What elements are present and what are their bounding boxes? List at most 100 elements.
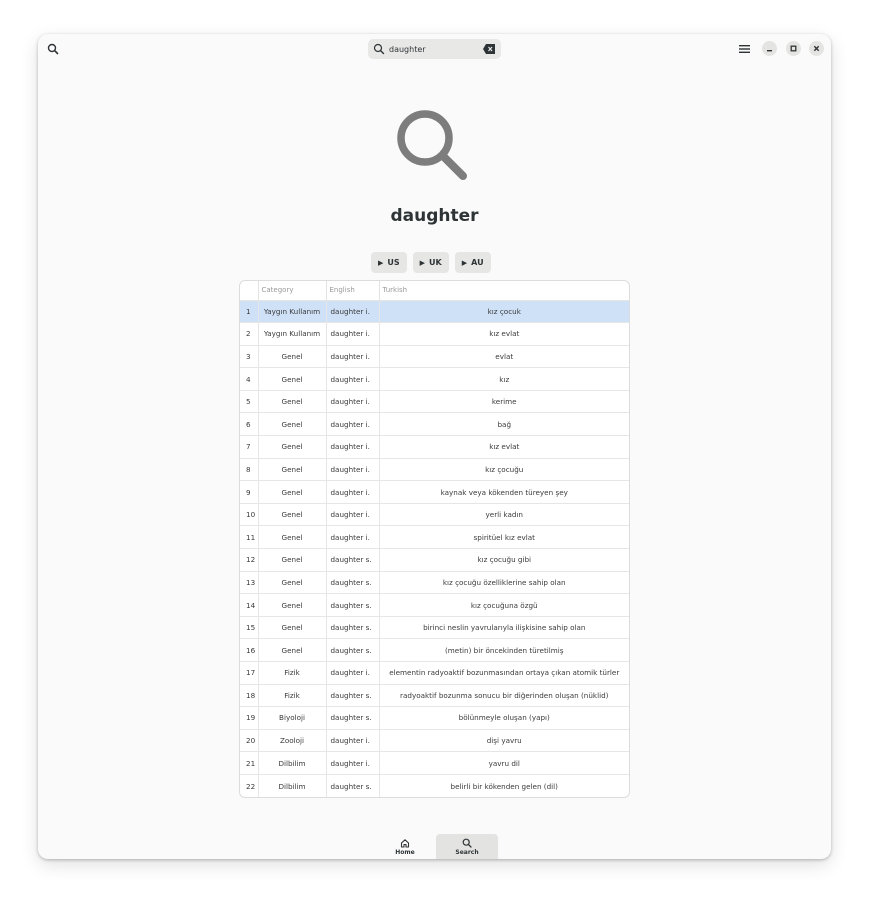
table-row[interactable]: 18 Fizik daughter s. radyoaktif bozunma son… (240, 683, 629, 707)
row-number: 10 (240, 502, 259, 526)
column-header-index[interactable] (240, 281, 259, 300)
row-category: Genel (258, 412, 327, 436)
row-english: daughter i. (326, 435, 380, 459)
row-number: 5 (240, 389, 259, 413)
row-turkish: radyoaktif bozunma sonucu bir diğerinden… (379, 683, 629, 707)
row-english: daughter s. (326, 570, 380, 594)
table-row[interactable]: 2 Yaygın Kullanım daughter i. kız evlat (240, 322, 629, 346)
row-category: Fizik (258, 661, 327, 685)
row-english: daughter i. (326, 389, 380, 413)
row-turkish: dişi yavru (379, 728, 629, 752)
row-category: Genel (258, 638, 327, 662)
row-english: daughter s. (326, 638, 380, 662)
row-english: daughter i. (326, 457, 380, 481)
table-row[interactable]: 15 Genel daughter s. birinci neslin yavrula… (240, 615, 629, 639)
row-category: Biyoloji (258, 706, 327, 730)
table-row[interactable]: 17 Fizik daughter i. elementin radyoaktif b… (240, 661, 629, 685)
table-row[interactable]: 22 Dilbilim daughter s. belirli bir kökende… (240, 773, 629, 798)
row-turkish: kız evlat (379, 435, 629, 459)
row-number: 17 (240, 661, 259, 685)
search-tab[interactable]: Search (436, 834, 498, 859)
table-row[interactable]: 7 Genel daughter i. kız evlat (240, 435, 629, 459)
row-english: daughter i. (326, 502, 380, 526)
table-row[interactable]: 11 Genel daughter i. spiritüel kız evlat (240, 525, 629, 549)
row-english: daughter i. (326, 728, 380, 752)
row-category: Dilbilim (258, 751, 327, 775)
table-row[interactable]: 10 Genel daughter i. yerli kadın (240, 502, 629, 526)
search-input[interactable] (389, 44, 479, 54)
row-number: 2 (240, 322, 259, 346)
main-menu-button[interactable] (736, 40, 752, 58)
play-us-button[interactable]: ▶ US (371, 252, 407, 273)
word-title: daughter (390, 206, 479, 226)
row-number: 4 (240, 367, 259, 391)
table-row[interactable]: 1 Yaygın Kullanım daughter i. kız çocuk (240, 299, 629, 323)
row-category: Genel (258, 344, 327, 368)
row-category: Genel (258, 457, 327, 481)
clear-text-icon[interactable] (483, 44, 495, 54)
row-english: daughter s. (326, 773, 380, 798)
row-turkish: bağ (379, 412, 629, 436)
table-row[interactable]: 13 Genel daughter s. kız çocuğu özellikleri… (240, 570, 629, 594)
row-english: daughter i. (326, 480, 380, 504)
row-english: daughter s. (326, 706, 380, 730)
play-au-button[interactable]: ▶ AU (454, 252, 491, 273)
row-number: 21 (240, 751, 259, 775)
table-row[interactable]: 21 Dilbilim daughter i. yavru dil (240, 751, 629, 775)
table-row[interactable]: 14 Genel daughter s. kız çocuğuna özgü (240, 593, 629, 617)
hamburger-menu-icon (738, 45, 750, 53)
translations-table: Category English Turkish 1 Yaygın Kullanı… (239, 280, 630, 799)
row-number: 22 (240, 773, 259, 798)
row-category: Genel (258, 502, 327, 526)
row-category: Genel (258, 525, 327, 549)
play-uk-button[interactable]: ▶ UK (412, 252, 449, 273)
table-row[interactable]: 19 Biyoloji daughter s. bölünmeyle oluşan (… (240, 706, 629, 730)
column-header-category[interactable]: Category (258, 281, 327, 300)
row-category: Genel (258, 615, 327, 639)
row-english: daughter s. (326, 548, 380, 572)
row-english: daughter i. (326, 412, 380, 436)
row-turkish: kaynak veya kökenden türeyen şey (379, 480, 629, 504)
search-icon (373, 43, 385, 55)
column-header-turkish[interactable]: Turkish (379, 281, 629, 300)
close-icon (813, 45, 820, 52)
maximize-icon (790, 45, 797, 52)
table-row[interactable]: 20 Zooloji daughter i. dişi yavru (240, 728, 629, 752)
row-turkish: kız çocuğuna özgü (379, 593, 629, 617)
table-row[interactable]: 4 Genel daughter i. kız (240, 367, 629, 391)
row-number: 18 (240, 683, 259, 707)
search-icon (462, 838, 472, 848)
row-turkish: kız çocuğu özelliklerine sahip olan (379, 570, 629, 594)
table-row[interactable]: 5 Genel daughter i. kerime (240, 389, 629, 413)
play-icon: ▶ (419, 258, 426, 267)
search-toggle-button[interactable] (44, 40, 62, 58)
table-row[interactable]: 12 Genel daughter s. kız çocuğu gibi (240, 548, 629, 572)
table-row[interactable]: 9 Genel daughter i. kaynak veya kökenden tü… (240, 480, 629, 504)
home-tab-label: Home (395, 848, 415, 856)
column-header-english[interactable]: English (326, 281, 380, 300)
row-english: daughter i. (326, 661, 380, 685)
row-turkish: kız çocuğu (379, 457, 629, 481)
row-turkish: kız evlat (379, 322, 629, 346)
row-turkish: bölünmeyle oluşan (yapı) (379, 706, 629, 730)
play-icon: ▶ (378, 258, 384, 267)
minimize-button[interactable] (762, 41, 777, 56)
row-english: daughter i. (326, 322, 380, 346)
table-row[interactable]: 8 Genel daughter i. kız çocuğu (240, 457, 629, 481)
row-english: daughter i. (326, 751, 380, 775)
row-category: Yaygın Kullanım (258, 322, 327, 346)
row-category: Genel (258, 570, 327, 594)
row-category: Fizik (258, 683, 327, 707)
home-tab[interactable]: Home (374, 834, 436, 859)
table-row[interactable]: 16 Genel daughter s. (metin) bir öncekinden… (240, 638, 629, 662)
table-row[interactable]: 3 Genel daughter i. evlat (240, 344, 629, 368)
maximize-button[interactable] (786, 41, 801, 56)
pron-label: UK (429, 258, 442, 267)
row-category: Genel (258, 367, 327, 391)
search-icon (47, 43, 59, 55)
row-turkish: belirli bir kökenden gelen (dil) (379, 773, 629, 798)
search-entry[interactable] (368, 39, 501, 59)
table-row[interactable]: 6 Genel daughter i. bağ (240, 412, 629, 436)
row-number: 7 (240, 435, 259, 459)
close-button[interactable] (809, 41, 824, 56)
